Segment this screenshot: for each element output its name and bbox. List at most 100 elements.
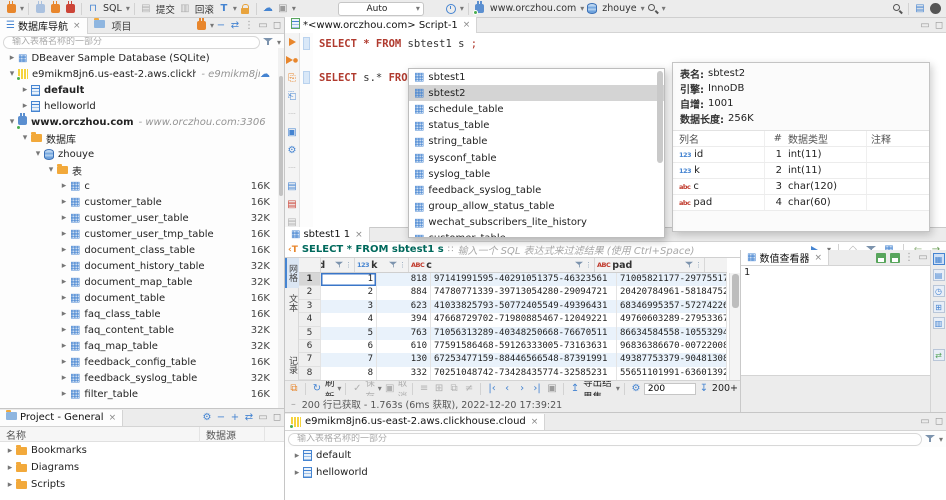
row-number-cell[interactable]: 6 bbox=[299, 340, 321, 353]
cell-c[interactable]: 67253477159-88446566548-87391991 bbox=[431, 353, 617, 366]
delete-script-icon[interactable]: ▤ bbox=[285, 197, 299, 211]
grid-row[interactable]: 4 4 394 47668729702-71980885467-12049221… bbox=[299, 313, 727, 326]
cell-pad[interactable]: 86634584558-10553294502-02561011 bbox=[617, 327, 727, 340]
active-connection-selector[interactable]: www.orczhou.com bbox=[490, 3, 576, 14]
fetch-settings-gear-icon[interactable]: ⚙ bbox=[629, 382, 643, 396]
tree-item-table[interactable]: ▸ ▦ customer_table 16K bbox=[0, 194, 284, 210]
chevron-right-icon[interactable]: ▸ bbox=[58, 181, 70, 191]
cell-c[interactable]: 41033825793-50772405549-49396431 bbox=[431, 300, 617, 313]
row-number-cell[interactable]: 1 bbox=[299, 273, 321, 286]
execute-statement-icon[interactable] bbox=[285, 35, 299, 49]
tree-item-tables-folder[interactable]: ▾ 表 bbox=[0, 162, 284, 178]
tree-item-schema[interactable]: ▸ default bbox=[285, 447, 946, 464]
maximize-icon[interactable]: ◻ bbox=[932, 18, 946, 32]
chevron-right-icon[interactable]: ▸ bbox=[58, 389, 70, 399]
cell-pad[interactable]: 55651101991-63601392613-95610262 bbox=[617, 367, 727, 380]
project-item[interactable]: ▸ Diagrams bbox=[0, 459, 284, 476]
row-number-cell[interactable]: 4 bbox=[299, 313, 321, 326]
grid-column-header[interactable]: ABC c ⋮ bbox=[409, 258, 595, 272]
cell-k[interactable]: 818 bbox=[377, 273, 431, 286]
autocomplete-item[interactable]: ▦ string_table bbox=[409, 134, 664, 150]
connection-dropdown[interactable]: ▾ bbox=[580, 4, 584, 13]
autocomplete-item[interactable]: ▦ syslog_table bbox=[409, 166, 664, 182]
rollback-icon[interactable]: ▥ bbox=[178, 2, 192, 16]
grouping-panel-icon[interactable]: ⊞ bbox=[933, 301, 945, 313]
cell-id[interactable]: 5 bbox=[321, 327, 377, 340]
cell-c[interactable]: 77591586468-59126333005-73163631 bbox=[431, 340, 617, 353]
settings-gear-icon[interactable]: ⚙ bbox=[200, 411, 214, 425]
chevron-right-icon[interactable]: ▸ bbox=[58, 373, 70, 383]
new-script-icon[interactable]: ▤ bbox=[285, 179, 299, 193]
column-filter-sort-icons[interactable]: ⋮ bbox=[684, 260, 702, 270]
tree-item-mysql-connection[interactable]: ▾ www.orczhou.com - www.orczhou.com:3306 bbox=[0, 114, 284, 130]
bottom-filter-input[interactable] bbox=[288, 433, 922, 446]
chevron-right-icon[interactable]: ▸ bbox=[4, 446, 16, 456]
print-icon[interactable]: ▣ bbox=[276, 2, 290, 16]
last-page-icon[interactable]: ›| bbox=[530, 382, 544, 396]
chevron-right-icon[interactable]: ▸ bbox=[4, 480, 16, 490]
autocomplete-item[interactable]: ▦ group_allow_status_table bbox=[409, 199, 664, 215]
filter-query-text[interactable]: SELECT * FROM sbtest1 s bbox=[302, 244, 444, 255]
cell-k[interactable]: 610 bbox=[377, 340, 431, 353]
grid-row[interactable]: 1 1 818 97141991595-40291051375-46323561… bbox=[299, 273, 727, 286]
chevron-right-icon[interactable]: ▸ bbox=[58, 357, 70, 367]
print-dropdown[interactable]: ▾ bbox=[292, 4, 296, 13]
tree-item-schema[interactable]: ▸ helloworld bbox=[285, 464, 946, 481]
lock-icon[interactable] bbox=[238, 2, 252, 16]
maximize-icon[interactable]: ◻ bbox=[270, 19, 284, 33]
cloud-icon[interactable]: ☁ bbox=[261, 2, 275, 16]
chevron-right-icon[interactable]: ▸ bbox=[58, 293, 70, 303]
filter-funnel-icon[interactable] bbox=[263, 37, 273, 47]
tab-database-navigator[interactable]: ☰ 数据库导航 × bbox=[0, 18, 88, 34]
cell-k[interactable]: 332 bbox=[377, 367, 431, 380]
link-editor-icon[interactable]: ⇄ bbox=[228, 19, 242, 33]
commit-label[interactable]: 提交 bbox=[156, 2, 175, 16]
cell-k[interactable]: 130 bbox=[377, 353, 431, 366]
code-line-1[interactable]: SELECT * FROM sbtest1 s ; bbox=[319, 36, 477, 53]
expand-icon[interactable]: + bbox=[228, 411, 242, 425]
new-connection-dropdown[interactable]: ▾ bbox=[20, 4, 24, 13]
row-number-cell[interactable]: 3 bbox=[299, 300, 321, 313]
tree-item-table[interactable]: ▸ ▦ document_map_table 32K bbox=[0, 274, 284, 290]
search-dropdown[interactable]: ▾ bbox=[662, 4, 666, 13]
chevron-right-icon[interactable]: ▸ bbox=[58, 261, 70, 271]
row-number-cell[interactable]: 7 bbox=[299, 353, 321, 366]
chevron-right-icon[interactable]: ▸ bbox=[19, 101, 31, 111]
maximize-icon[interactable]: ◻ bbox=[932, 415, 946, 429]
navigator-scrollbar[interactable] bbox=[278, 48, 284, 413]
chevron-right-icon[interactable]: ▸ bbox=[58, 197, 70, 207]
results-view-tab[interactable]: 文本 bbox=[285, 288, 299, 318]
filter-funnel-icon[interactable] bbox=[925, 434, 935, 444]
commit-mode-combo[interactable]: Auto bbox=[338, 2, 424, 16]
autocomplete-scrollbar[interactable] bbox=[657, 71, 663, 163]
chevron-right-icon[interactable]: ▸ bbox=[19, 85, 31, 95]
cell-k[interactable]: 394 bbox=[377, 313, 431, 326]
tree-item-table[interactable]: ▸ ▦ faq_class_table 16K bbox=[0, 306, 284, 322]
cell-pad[interactable]: 96836386670-00722008236-19701331 bbox=[617, 340, 727, 353]
value-viewer-panel-icon[interactable]: ▦ bbox=[933, 253, 945, 265]
quick-search-icon[interactable] bbox=[646, 2, 660, 16]
chevron-right-icon[interactable]: ▸ bbox=[4, 463, 16, 473]
data-grid[interactable]: 123 id ⋮ 123 k ⋮ ABC c ⋮ ABC bbox=[299, 258, 727, 380]
chevron-right-icon[interactable]: ▸ bbox=[58, 245, 70, 255]
tree-item-sqlite-connection[interactable]: ▸ ▦ DBeaver Sample Database (SQLite) bbox=[0, 50, 284, 66]
transaction-mode-icon[interactable]: T bbox=[217, 2, 231, 16]
editor-settings-gear-icon[interactable]: ⚙ bbox=[285, 143, 299, 157]
next-page-icon[interactable]: › bbox=[515, 382, 529, 396]
add-row-icon[interactable]: ⊞ bbox=[432, 382, 446, 396]
chevron-down-icon[interactable]: ▾ bbox=[45, 165, 57, 175]
user-avatar[interactable] bbox=[928, 2, 942, 16]
tab-value-viewer[interactable]: ▦ 数值查看器 × bbox=[741, 250, 829, 265]
tree-item-table[interactable]: ▸ ▦ filter_table 16K bbox=[0, 386, 284, 402]
cell-c[interactable]: 74780771339-39713054280-29094721 bbox=[431, 286, 617, 299]
metadata-panel-icon[interactable]: ◷ bbox=[933, 285, 945, 297]
tree-item-table[interactable]: ▸ ▦ feedback_syslog_table 32K bbox=[0, 370, 284, 386]
refresh-label[interactable]: 刷新 bbox=[325, 380, 335, 396]
cell-id[interactable]: 3 bbox=[321, 300, 377, 313]
row-number-cell[interactable]: 8 bbox=[299, 367, 321, 380]
column-filter-sort-icons[interactable]: ⋮ bbox=[388, 260, 406, 270]
minimize-icon[interactable]: ▭ bbox=[256, 411, 270, 425]
disconnect-icon[interactable] bbox=[63, 2, 77, 16]
value-viewer-content[interactable]: 1 bbox=[741, 266, 930, 376]
minimize-icon[interactable]: ▭ bbox=[918, 415, 932, 429]
